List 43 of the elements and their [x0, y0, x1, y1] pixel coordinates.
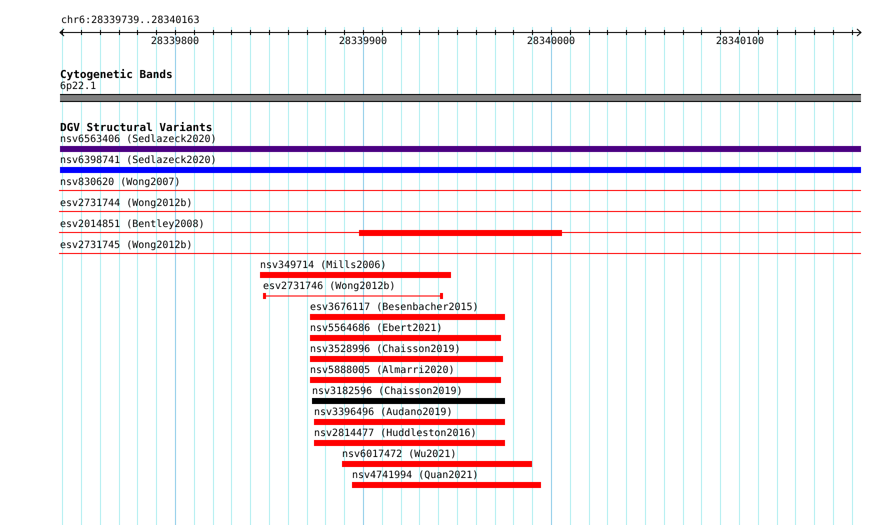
variant-interval[interactable] [263, 293, 443, 299]
feature-label: nsv3396496 (Audano2019) [314, 407, 452, 419]
variant-line[interactable] [59, 190, 861, 191]
locus-label: chr6:28339739..28340163 [61, 14, 200, 27]
variant-bar[interactable] [310, 356, 503, 362]
variant-bar[interactable] [314, 419, 505, 425]
feature-label: nsv5888005 (Almarri2020) [310, 365, 454, 377]
variant-bar[interactable] [352, 482, 541, 488]
feature-label: esv2731744 (Wong2012b) [60, 198, 192, 210]
feature-label: nsv2814477 (Huddleston2016) [314, 428, 477, 440]
variant-bar[interactable] [260, 272, 451, 278]
variant-line[interactable] [59, 253, 861, 254]
variant-bar[interactable] [314, 440, 505, 446]
variant-bar[interactable] [310, 377, 501, 383]
feature-label: nsv4741994 (Quan2021) [352, 470, 478, 482]
feature-label: nsv349714 (Mills2006) [260, 260, 386, 272]
variant-bar[interactable] [359, 230, 562, 236]
track-title: DGV Structural Variants [60, 122, 212, 134]
variant-bar[interactable] [312, 398, 505, 404]
feature-label: esv2014851 (Bentley2008) [60, 219, 204, 231]
tick-label: 28340000 [526, 36, 576, 48]
cytoband-bar[interactable] [60, 94, 861, 102]
variant-bar[interactable] [60, 146, 861, 152]
variant-bar[interactable] [342, 461, 532, 467]
feature-label: esv2731745 (Wong2012b) [60, 240, 192, 252]
feature-label: 6p22.1 [60, 81, 96, 93]
feature-label: nsv3182596 (Chaisson2019) [312, 386, 463, 398]
track-title: Cytogenetic Bands [60, 69, 173, 81]
tick-label: 28340100 [714, 36, 766, 48]
variant-bar[interactable] [60, 167, 861, 173]
variant-line[interactable] [59, 211, 861, 212]
feature-label: nsv830620 (Wong2007) [60, 177, 180, 189]
variant-bar[interactable] [310, 314, 505, 320]
feature-label: esv3676117 (Besenbacher2015) [310, 302, 479, 314]
feature-label: nsv6563406 (Sedlazeck2020) [60, 134, 217, 146]
tick-label: 28339900 [338, 36, 388, 48]
variant-bar[interactable] [310, 335, 501, 341]
feature-label: esv2731746 (Wong2012b) [263, 281, 396, 293]
feature-label: nsv6398741 (Sedlazeck2020) [60, 155, 217, 167]
feature-label: nsv6017472 (Wu2021) [342, 449, 456, 461]
feature-label: nsv5564686 (Ebert2021) [310, 323, 442, 335]
tick-label: 28339800 [150, 36, 200, 48]
feature-label: nsv3528996 (Chaisson2019) [310, 344, 461, 356]
